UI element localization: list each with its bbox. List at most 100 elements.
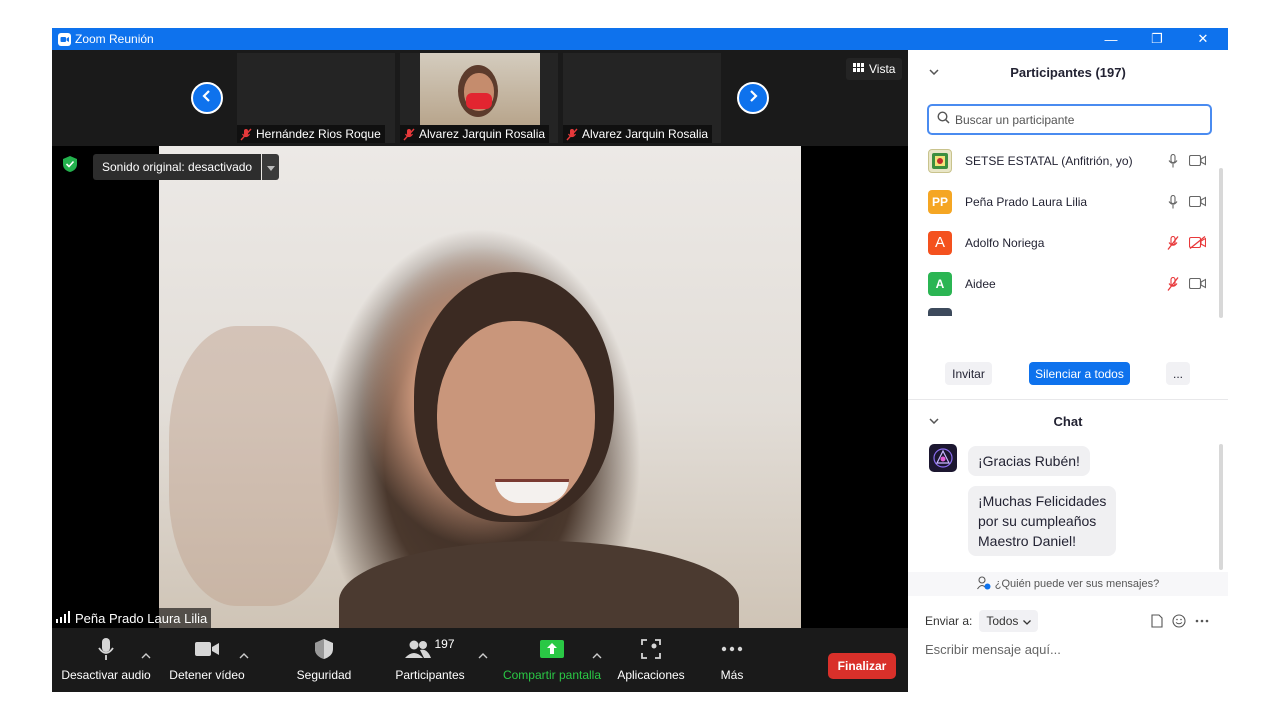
message-visibility-info[interactable]: ¿Quién puede ver sus mensajes? <box>908 572 1228 596</box>
video-options-caret[interactable] <box>238 650 250 662</box>
participant-row[interactable]: A Adolfo Noriega <box>908 222 1218 263</box>
participants-count-badge: 197 <box>434 637 455 651</box>
chevron-left-icon <box>201 89 213 108</box>
active-speaker-video <box>159 146 801 628</box>
chat-title: Chat <box>1053 413 1083 429</box>
chat-sender-avatar <box>929 444 957 472</box>
chevron-down-icon <box>266 158 275 176</box>
participant-list: SETSE ESTATAL (Anfitrión, yo) PP Peña Pr… <box>908 140 1218 316</box>
speaker-name-tag: Peña Prado Laura Lilia <box>52 608 212 628</box>
toolbar-label: Detener vídeo <box>169 668 245 682</box>
partial-participant-avatar <box>928 308 952 316</box>
chat-message: ¡Muchas Felicidades por su cumpleaños Ma… <box>968 486 1117 556</box>
user-info-icon <box>976 575 991 593</box>
participants-title: Participantes (197) <box>1010 64 1126 80</box>
video-hand-blur <box>169 326 339 606</box>
collapse-chevron-icon[interactable] <box>928 66 940 78</box>
participant-thumbnail[interactable]: Alvarez Jarquin Rosalia <box>400 53 558 143</box>
microphone-icon <box>1166 153 1180 169</box>
view-label: Vista <box>869 62 896 76</box>
audio-tag-dropdown[interactable] <box>262 154 279 180</box>
toolbar-label: Seguridad <box>296 668 352 682</box>
share-screen-button[interactable]: Compartir pantalla <box>498 628 606 692</box>
thumbnail-name-tag: Alvarez Jarquin Rosalia <box>400 125 550 143</box>
emoji-icon[interactable] <box>1171 613 1187 629</box>
more-dots-icon <box>721 628 743 662</box>
thumbnail-name-tag: Hernández Rios Roque <box>237 125 385 143</box>
invite-button[interactable]: Invitar <box>945 362 992 385</box>
view-button[interactable]: Vista <box>846 58 903 80</box>
chat-header: Chat <box>908 399 1228 443</box>
meeting-toolbar: Desactivar audio Detener vídeo Seguridad… <box>52 628 908 692</box>
participant-thumbnail[interactable]: Hernández Rios Roque <box>237 53 395 143</box>
next-page-button[interactable] <box>737 82 769 114</box>
chevron-right-icon <box>747 89 759 108</box>
audio-options-caret[interactable] <box>140 650 152 662</box>
chat-more-icon[interactable] <box>1194 613 1210 629</box>
share-screen-icon <box>540 628 564 662</box>
thumbnail-name: Hernández Rios Roque <box>256 127 381 141</box>
search-icon <box>937 110 950 129</box>
mute-audio-button[interactable]: Desactivar audio <box>61 628 151 692</box>
zoom-window: Zoom Reunión — ❐ ✕ Hernández Rios Roque <box>52 28 1228 692</box>
toolbar-label: Participantes <box>395 668 465 682</box>
participant-row[interactable]: SETSE ESTATAL (Anfitrión, yo) <box>908 140 1218 181</box>
previous-page-button[interactable] <box>191 82 223 114</box>
side-panel: Participantes (197) SETSE ESTATAL (Anfit… <box>908 50 1228 692</box>
minimize-button[interactable]: — <box>1088 28 1134 50</box>
participants-more-button[interactable]: ... <box>1166 362 1190 385</box>
video-camera-icon <box>1188 194 1206 210</box>
apps-button[interactable]: Aplicaciones <box>612 628 690 692</box>
original-sound-tag[interactable]: Sonido original: desactivado <box>93 154 262 180</box>
participant-name: SETSE ESTATAL (Anfitrión, yo) <box>965 153 1133 168</box>
participants-options-caret[interactable] <box>477 650 489 662</box>
participant-search-input[interactable] <box>955 112 1195 127</box>
thumbnail-name: Alvarez Jarquin Rosalia <box>419 127 546 141</box>
encryption-shield-icon[interactable] <box>61 155 79 173</box>
participant-search[interactable] <box>927 104 1212 135</box>
chat-message-input[interactable] <box>925 638 1215 660</box>
thumbnail-video <box>420 53 540 125</box>
close-button[interactable]: ✕ <box>1180 28 1226 50</box>
title-bar: Zoom Reunión — ❐ ✕ <box>52 28 1228 50</box>
muted-mic-icon <box>1166 276 1180 292</box>
apps-icon <box>641 628 661 662</box>
microphone-icon <box>97 628 115 662</box>
file-icon[interactable] <box>1149 613 1165 629</box>
toolbar-label: Desactivar audio <box>61 668 151 682</box>
muted-mic-icon <box>566 128 578 141</box>
participant-thumbnail[interactable]: Alvarez Jarquin Rosalia <box>563 53 721 143</box>
participant-name: Peña Prado Laura Lilia <box>965 194 1088 209</box>
collapse-chevron-icon[interactable] <box>928 415 940 427</box>
participants-scrollbar[interactable] <box>1219 168 1223 318</box>
video-area: Hernández Rios Roque Alvarez Jarquin Ros… <box>52 50 908 628</box>
video-camera-icon <box>1188 276 1206 292</box>
signal-strength-icon <box>56 610 70 626</box>
participant-avatar: A <box>928 230 952 255</box>
participant-avatar: A <box>928 271 952 296</box>
chat-scrollbar[interactable] <box>1219 444 1223 570</box>
more-button[interactable]: Más <box>702 628 762 692</box>
restore-button[interactable]: ❐ <box>1134 28 1180 50</box>
participants-button[interactable]: 197 Participantes <box>388 628 472 692</box>
thumbnail-name: Alvarez Jarquin Rosalia <box>582 127 709 141</box>
muted-mic-icon <box>403 128 415 141</box>
security-button[interactable]: Seguridad <box>288 628 360 692</box>
participant-row[interactable]: A Aidee <box>908 263 1218 304</box>
participant-name: Adolfo Noriega <box>965 235 1045 250</box>
toolbar-label: Aplicaciones <box>617 668 685 682</box>
video-off-icon <box>1188 235 1206 251</box>
video-camera-icon <box>1188 153 1206 169</box>
window-title: Zoom Reunión <box>75 32 154 46</box>
participants-header: Participantes (197) <box>908 50 1228 94</box>
end-meeting-button[interactable]: Finalizar <box>828 653 896 679</box>
participant-avatar: PP <box>928 189 952 214</box>
recipient-dropdown[interactable]: Todos <box>979 610 1039 632</box>
participant-row[interactable]: PP Peña Prado Laura Lilia <box>908 181 1218 222</box>
mute-all-button[interactable]: Silenciar a todos <box>1029 362 1130 385</box>
microphone-icon <box>1166 194 1180 210</box>
recipient-value: Todos <box>986 614 1019 628</box>
host-logo-avatar <box>928 148 952 173</box>
share-options-caret[interactable] <box>591 650 603 662</box>
participant-name: Aidee <box>965 276 996 291</box>
